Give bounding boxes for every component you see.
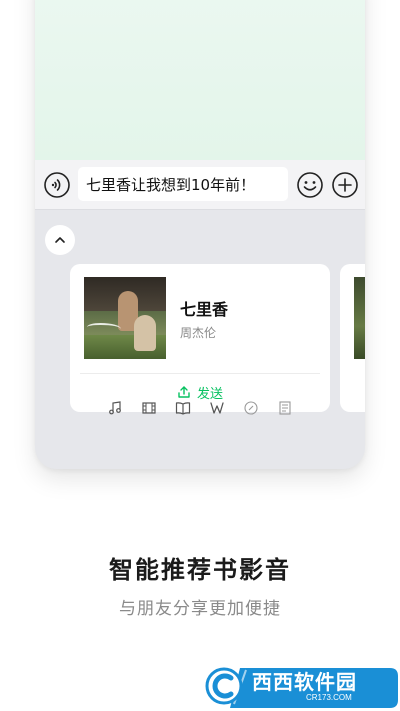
voice-input-icon[interactable]	[43, 171, 71, 199]
media-type-tabs	[105, 398, 295, 422]
chat-input-bar: 七里香让我想到10年前！	[35, 160, 365, 210]
song-title: 七里香	[180, 300, 229, 319]
watermark-text: 西西软件园	[252, 670, 357, 694]
link-icon[interactable]	[241, 398, 261, 418]
book-icon[interactable]	[173, 398, 193, 418]
emoji-icon[interactable]	[296, 171, 324, 199]
next-card-cover	[354, 277, 365, 359]
music-card[interactable]: 七里香 周杰伦 发送	[70, 264, 330, 412]
song-artist: 周杰伦	[180, 326, 217, 340]
chevron-up-icon[interactable]	[45, 225, 75, 255]
promo-subline: 与朋友分享更加便捷	[119, 599, 281, 619]
divider	[80, 373, 320, 374]
share-panel: 七里香 周杰伦 发送	[35, 210, 365, 469]
w-logo-icon[interactable]	[207, 398, 227, 418]
upload-icon	[178, 386, 190, 398]
film-icon[interactable]	[139, 398, 159, 418]
promo-headline: 智能推荐书影音	[109, 556, 291, 584]
chat-area	[35, 0, 365, 160]
music-note-icon[interactable]	[105, 398, 125, 418]
phone-mockup: 七里香让我想到10年前！ 七里香 周杰伦 发送	[35, 0, 365, 469]
message-input[interactable]: 七里香让我想到10年前！	[78, 167, 288, 201]
album-cover	[84, 277, 166, 359]
watermark-url: CR173.COM	[306, 693, 352, 702]
watermark-logo: 西西软件园 CR173.COM	[200, 660, 400, 711]
next-card[interactable]	[340, 264, 365, 412]
document-icon[interactable]	[275, 398, 295, 418]
plus-icon[interactable]	[331, 171, 359, 199]
